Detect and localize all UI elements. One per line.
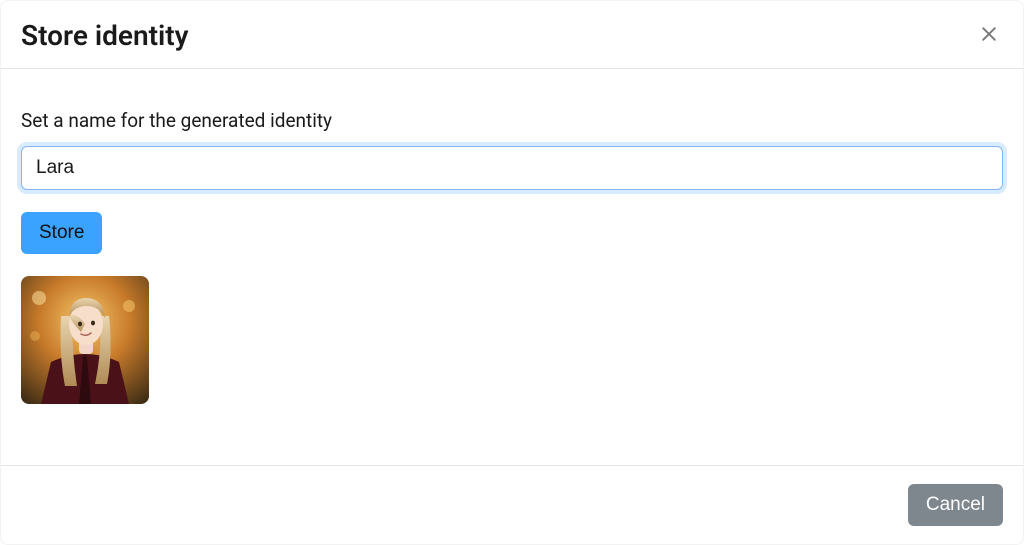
modal-header: Store identity <box>1 1 1023 69</box>
identity-name-input[interactable] <box>21 146 1003 190</box>
modal-title: Store identity <box>21 19 189 52</box>
close-button[interactable] <box>975 20 1003 51</box>
close-icon <box>979 24 999 47</box>
modal-footer: Cancel <box>1 465 1023 544</box>
identity-name-label: Set a name for the generated identity <box>21 109 1003 132</box>
modal-body: Set a name for the generated identity St… <box>1 69 1023 465</box>
cancel-button[interactable]: Cancel <box>908 484 1003 526</box>
store-identity-modal: Store identity Set a name for the genera… <box>0 0 1024 545</box>
identity-preview-image <box>21 276 149 404</box>
store-button[interactable]: Store <box>21 212 102 254</box>
